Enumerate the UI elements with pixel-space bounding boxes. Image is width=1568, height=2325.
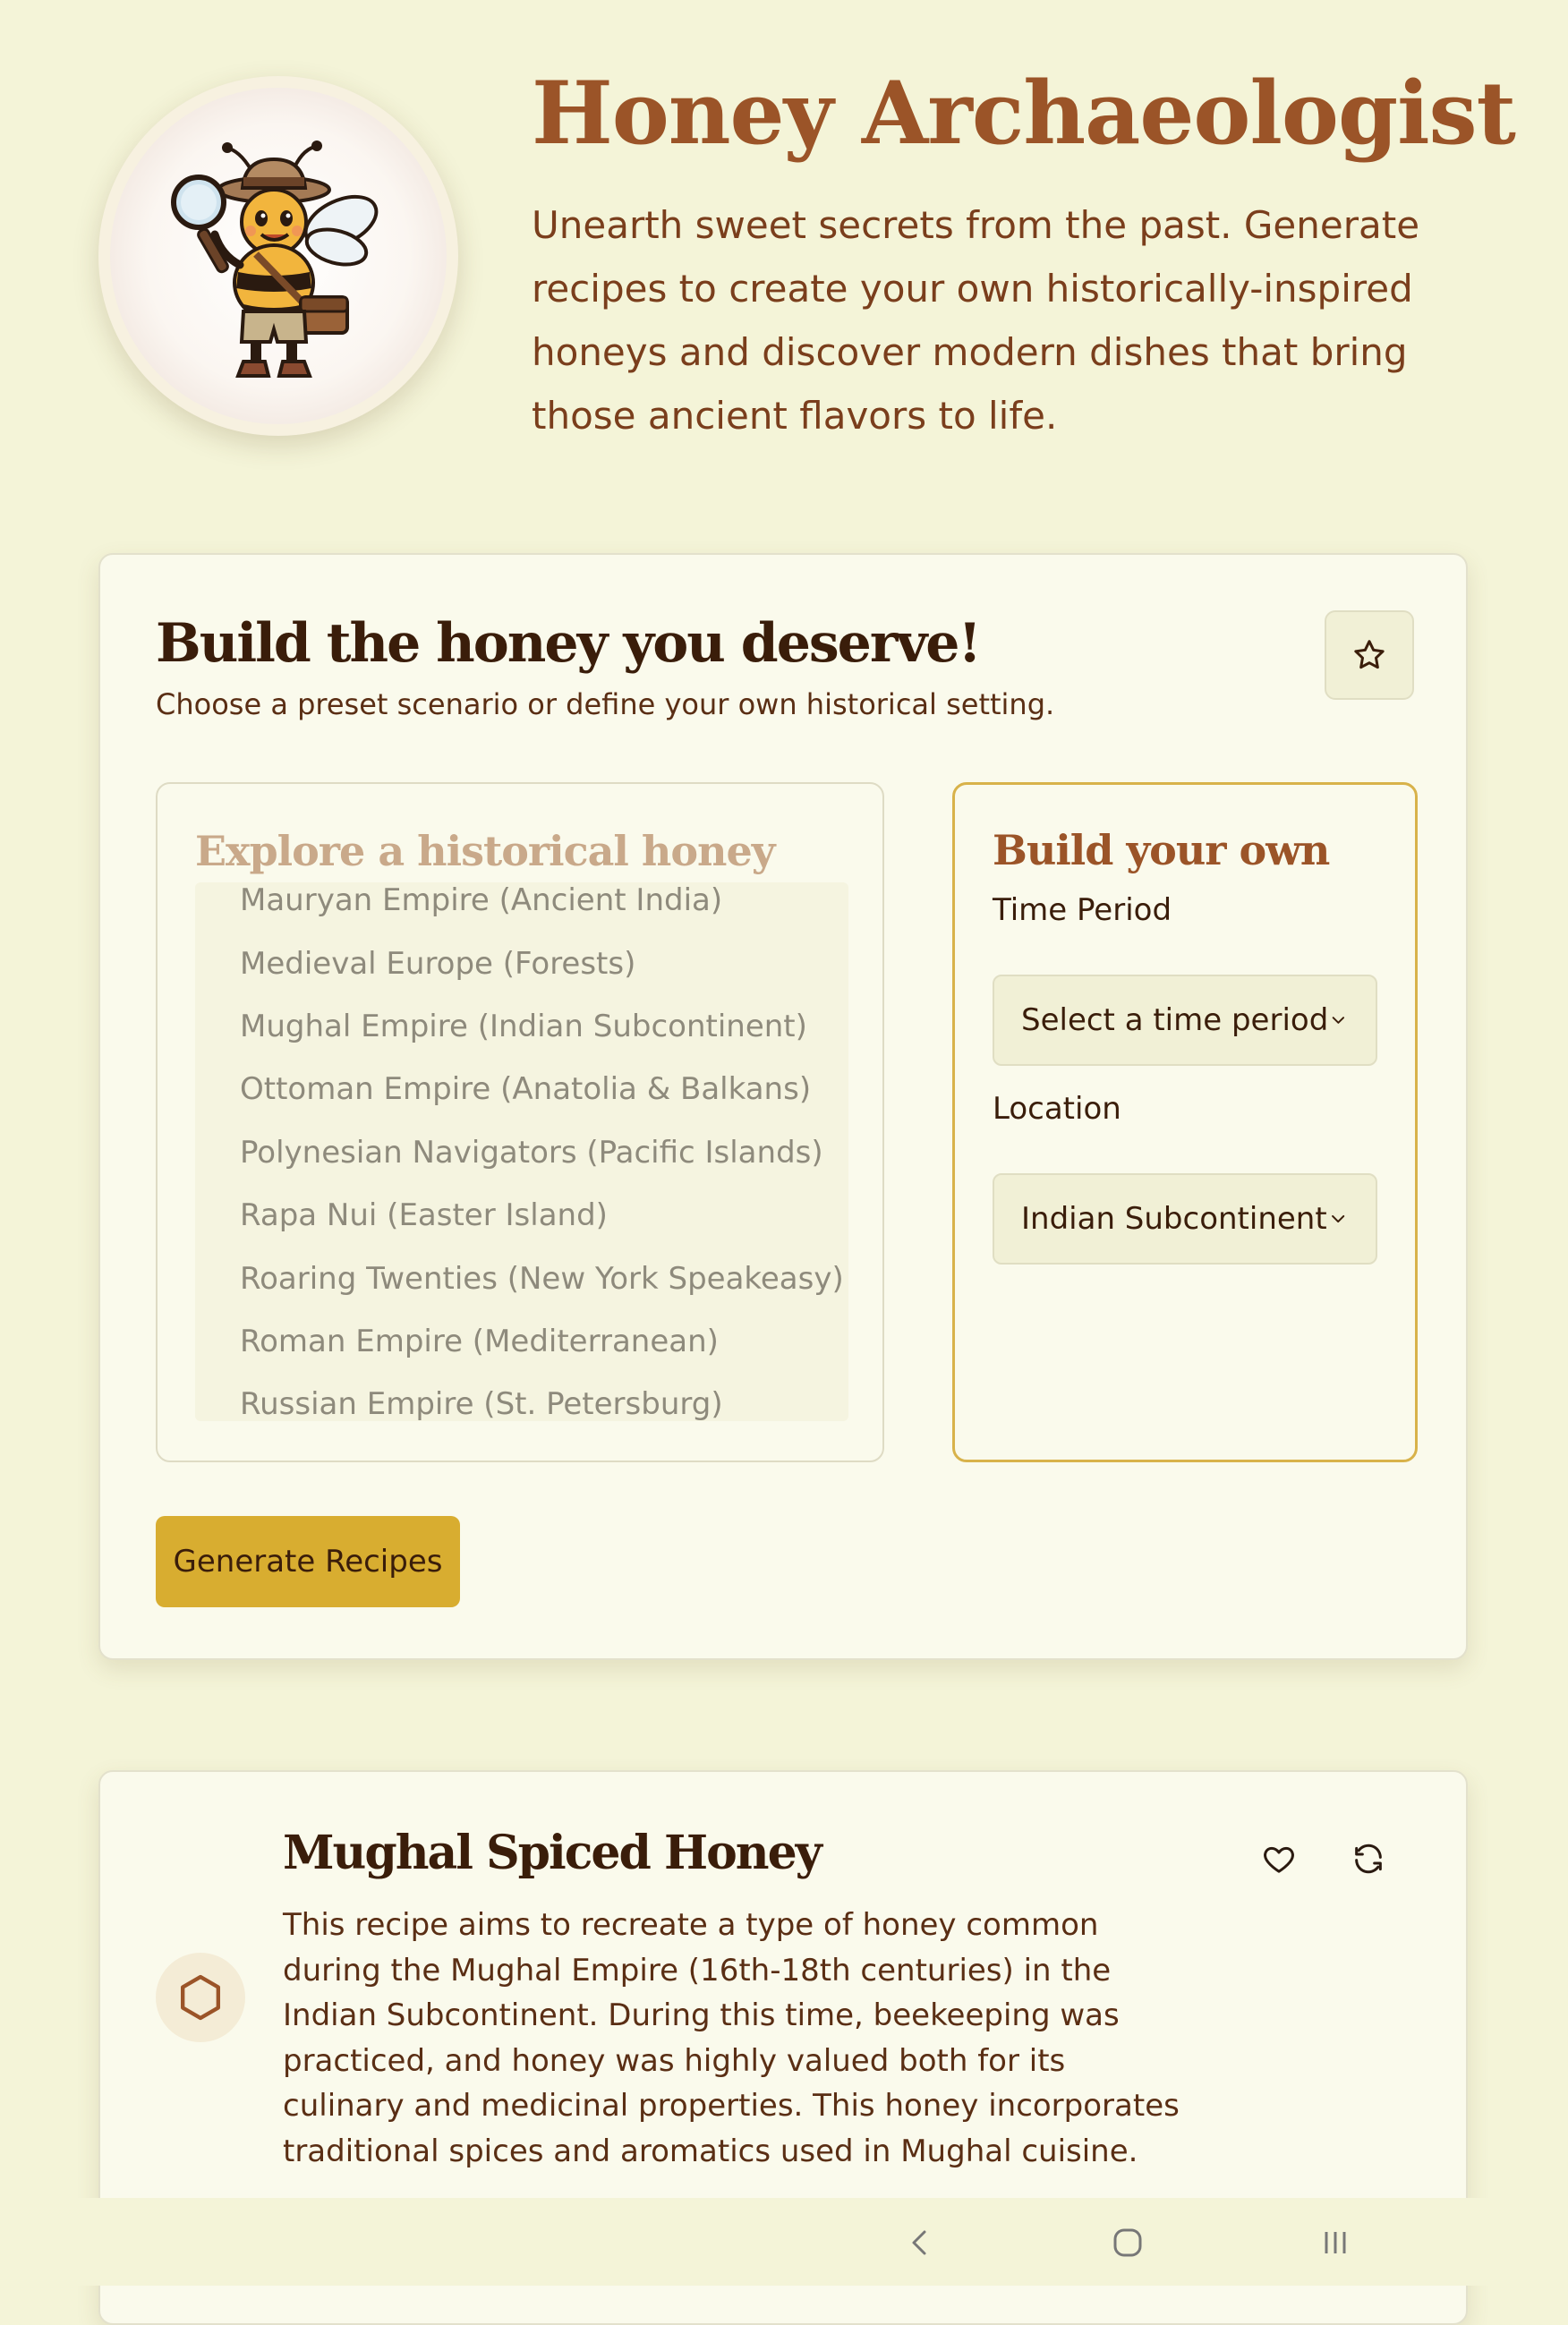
system-nav-bar: [0, 2198, 1568, 2286]
chevron-down-icon: [1333, 1017, 1345, 1024]
heart-icon: [1264, 1846, 1294, 1873]
custom-panel: Build your own Time Period Select a time…: [952, 782, 1418, 1462]
time-period-label: Time Period: [993, 892, 1172, 928]
recipe-icon-badge: [156, 1953, 245, 2042]
nav-home-button[interactable]: [1101, 2216, 1155, 2270]
time-period-value: Select a time period: [1021, 1002, 1329, 1038]
bee-explorer-icon: [171, 141, 379, 378]
location-select[interactable]: Indian Subcontinent: [993, 1173, 1377, 1265]
recipe-description: This recipe aims to recreate a type of h…: [283, 1907, 1180, 2169]
honey-builder-card: Build the honey you deserve! Choose a pr…: [98, 553, 1468, 1660]
favorite-recipe-button[interactable]: [1249, 1829, 1308, 1888]
avatar-frame: [110, 88, 447, 424]
preset-item[interactable]: Medieval Europe (Forests): [240, 946, 635, 982]
preset-item[interactable]: Rapa Nui (Easter Island): [240, 1197, 608, 1233]
hexagon-icon: [181, 1974, 220, 2021]
generate-recipes-button[interactable]: Generate Recipes: [156, 1516, 460, 1607]
preset-panel: Explore a historical honey Mauryan Empir…: [156, 782, 884, 1462]
recents-icon: [1325, 2232, 1346, 2253]
preset-item[interactable]: Mauryan Empire (Ancient India): [240, 882, 722, 918]
refresh-icon: [1355, 1844, 1382, 1874]
location-label: Location: [993, 1091, 1121, 1127]
regenerate-recipe-button[interactable]: [1339, 1829, 1398, 1888]
location-value: Indian Subcontinent: [1021, 1201, 1327, 1237]
preset-item[interactable]: Mughal Empire (Indian Subcontinent): [240, 1009, 807, 1044]
back-icon: [912, 2230, 926, 2255]
time-period-select[interactable]: Select a time period: [993, 975, 1377, 1066]
app-description: Unearth sweet secrets from the past. Gen…: [532, 203, 1420, 438]
app-title: Honey Archaeologist: [532, 63, 1516, 164]
preset-item[interactable]: Roaring Twenties (New York Speakeasy): [240, 1261, 844, 1297]
home-icon: [1113, 2228, 1142, 2257]
preset-list[interactable]: Mauryan Empire (Ancient India) Medieval …: [195, 882, 848, 1421]
builder-title: Build the honey you deserve!: [156, 612, 982, 675]
nav-back-button[interactable]: [893, 2216, 947, 2270]
preset-item[interactable]: Russian Empire (St. Petersburg): [240, 1386, 723, 1421]
preset-item[interactable]: Polynesian Navigators (Pacific Islands): [240, 1135, 823, 1171]
custom-panel-title: Build your own: [993, 826, 1330, 874]
star-icon: [1354, 640, 1385, 669]
preset-item[interactable]: Ottoman Empire (Anatolia & Balkans): [240, 1071, 811, 1107]
nav-recents-button[interactable]: [1308, 2216, 1362, 2270]
app-avatar: [98, 76, 458, 436]
recipe-title: Mughal Spiced Honey: [283, 1826, 822, 1880]
chevron-down-icon: [1331, 1214, 1344, 1223]
builder-subtitle: Choose a preset scenario or define your …: [156, 687, 1055, 721]
preset-panel-title: Explore a historical honey: [195, 827, 775, 875]
preset-item[interactable]: Roman Empire (Mediterranean): [240, 1324, 719, 1359]
favorite-button[interactable]: [1325, 610, 1414, 700]
